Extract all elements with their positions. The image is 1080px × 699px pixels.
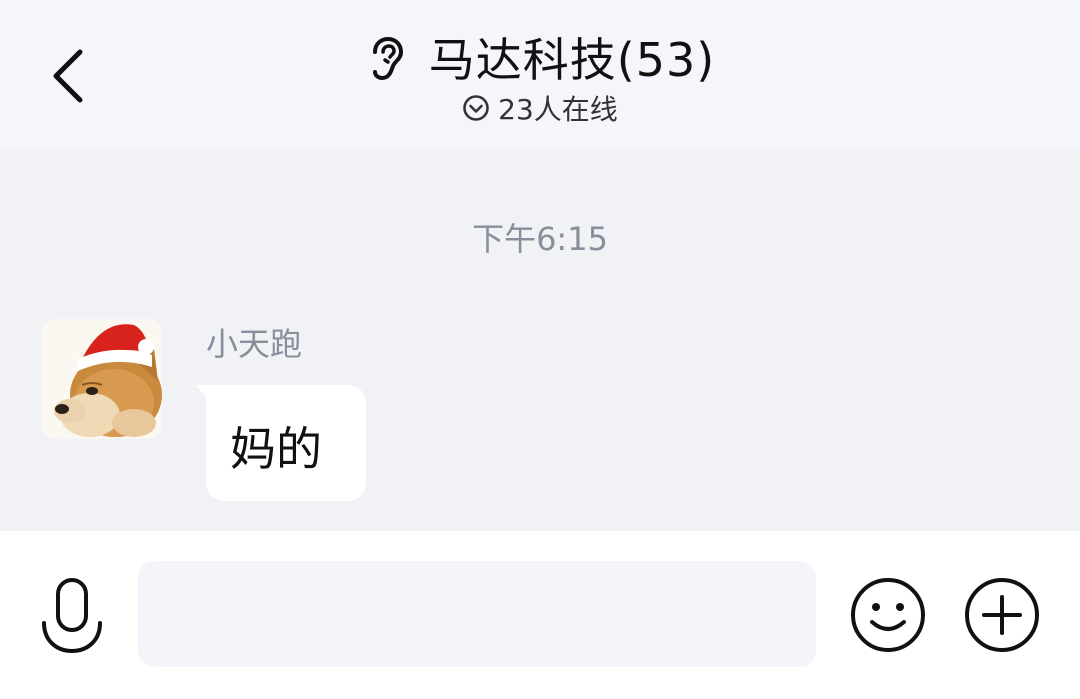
sender-name[interactable]: 小天跑 <box>206 319 302 365</box>
smiley-face-icon <box>851 578 925 652</box>
message-item: 小天跑 妈的 <box>42 319 642 509</box>
message-list[interactable]: 下午6:15 小天跑 妈的 <box>0 150 1080 531</box>
online-status[interactable]: 23人在线 <box>0 88 1080 128</box>
bubble-tail <box>196 385 208 399</box>
message-timestamp: 下午6:15 <box>472 220 608 258</box>
chat-screen: 马达科技(53) 23人在线 下午6:15 小天跑 妈的 <box>0 0 1080 699</box>
avatar[interactable] <box>42 319 162 439</box>
input-bar <box>0 531 1080 699</box>
message-input[interactable] <box>138 561 816 667</box>
online-count-text: 23人在线 <box>498 93 618 126</box>
emoji-button[interactable] <box>848 575 928 655</box>
chat-title[interactable]: 马达科技(53) <box>429 24 715 90</box>
message-bubble[interactable]: 妈的 <box>196 385 366 501</box>
title-row: 马达科技(53) <box>0 24 1080 90</box>
microphone-icon <box>42 578 102 654</box>
chat-header: 马达科技(53) 23人在线 <box>0 0 1080 150</box>
ear-icon[interactable] <box>365 33 409 85</box>
more-actions-button[interactable] <box>962 575 1042 655</box>
chevron-down-circle-icon <box>462 94 490 122</box>
message-text: 妈的 <box>230 422 322 476</box>
voice-button[interactable] <box>36 575 108 659</box>
plus-circle-icon <box>965 578 1039 652</box>
